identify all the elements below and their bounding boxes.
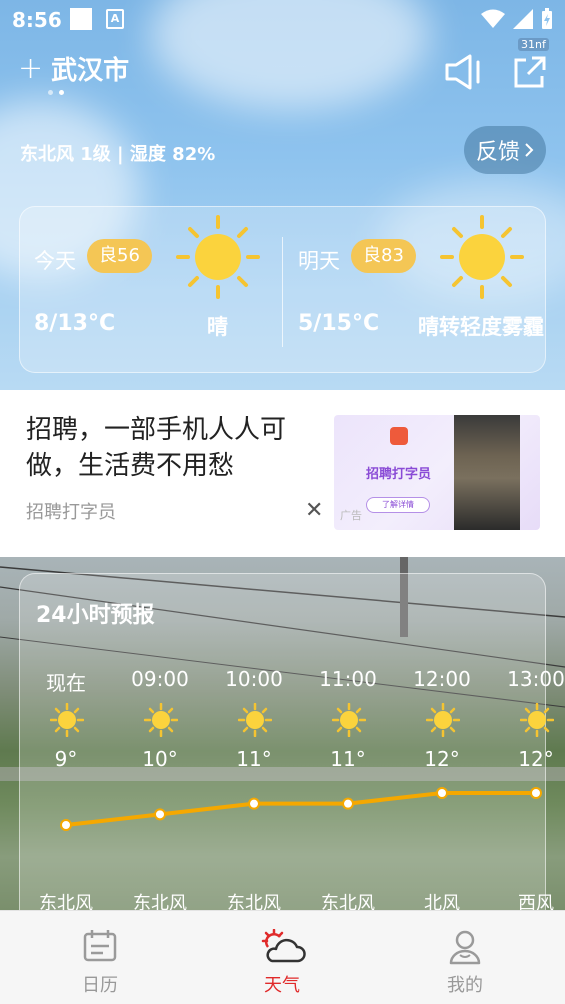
signal-icon (513, 9, 533, 29)
chevron-right-icon (525, 143, 534, 157)
temp-trend-polyline (65, 791, 536, 827)
wifi-icon (481, 9, 505, 28)
ad-subtitle: 招聘打字员 (26, 502, 116, 523)
tab-label: 我的 (447, 975, 483, 996)
bottom-tab-bar: 日历 天气 我的 (0, 910, 565, 1004)
feedback-label: 反馈 (475, 140, 520, 165)
ad-photo (454, 415, 520, 530)
condition: 晴 (207, 315, 228, 339)
daily-forecast-card[interactable]: 今天 良56 8/13°C 晴 明天 良83 5/15°C 晴转轻度雾霾 (19, 206, 546, 373)
speaker-icon[interactable] (444, 54, 484, 90)
page-dot (48, 90, 53, 95)
ad-tag: 广告 (340, 509, 362, 522)
forecast-today[interactable]: 今天 良56 8/13°C 晴 (20, 207, 282, 374)
a-icon: A (106, 9, 124, 29)
battery-icon (542, 8, 552, 29)
temp-point (436, 787, 448, 799)
temp-range: 5/15°C (298, 311, 380, 336)
tab-profile[interactable]: 我的 (405, 911, 525, 1004)
city-selector[interactable]: + 武汉市 (18, 50, 129, 87)
app-logo-icon (390, 427, 408, 445)
page-indicator (48, 90, 64, 95)
sun-icon (176, 215, 260, 299)
add-city-icon[interactable]: + (18, 53, 43, 84)
temp-point (342, 797, 354, 810)
temp-point (154, 808, 166, 821)
tab-label: 日历 (82, 975, 118, 996)
profile-icon (449, 930, 481, 965)
day-label: 今天 (34, 249, 76, 273)
condition: 晴转轻度雾霾 (418, 315, 544, 339)
share-icon[interactable] (512, 54, 548, 90)
tab-calendar[interactable]: 日历 (40, 911, 160, 1004)
day-label: 明天 (298, 249, 340, 273)
status-icons (481, 8, 553, 30)
temp-point (248, 797, 260, 810)
status-time: 8:56 (12, 8, 62, 32)
temp-point (530, 787, 542, 799)
calendar-icon (83, 930, 117, 962)
temp-point (60, 819, 72, 831)
aqi-badge: 良83 (351, 239, 416, 273)
hourly-section: 24小时预报 现在 9° 东北风 09:00 10° 东北风 10:00 11° 东北风 11:0… (0, 557, 565, 910)
ad-title[interactable]: 招聘，一部手机人人可做，生活费不用愁 (26, 412, 316, 484)
tab-label: 天气 (264, 975, 300, 996)
weather-header: 8:56 A + 武汉市 31nf 东北风 1级 | 湿度 82% 反馈 今天 … (0, 0, 565, 390)
ad-banner[interactable]: 招聘，一部手机人人可做，生活费不用愁 招聘打字员 ✕ 招聘打字员 了解详情 广告 (0, 390, 565, 557)
status-bar: 8:56 A (0, 0, 565, 38)
feedback-button[interactable]: 反馈 (464, 126, 546, 174)
notification-icon (70, 8, 92, 30)
aqi-badge: 良56 (87, 239, 152, 273)
city-name[interactable]: 武汉市 (51, 50, 129, 87)
ad-image-button: 了解详情 (366, 497, 430, 513)
ad-image-title: 招聘打字员 (366, 467, 432, 482)
page-dot-active (59, 90, 64, 95)
share-badge: 31nf (518, 38, 549, 51)
close-icon[interactable]: ✕ (305, 498, 323, 523)
weather-icon (261, 929, 306, 963)
wind-humidity: 东北风 1级 | 湿度 82% (20, 144, 216, 165)
temp-trend-line (60, 787, 542, 831)
forecast-tomorrow[interactable]: 明天 良83 5/15°C 晴转轻度雾霾 (283, 207, 547, 374)
ad-image[interactable]: 招聘打字员 了解详情 广告 (334, 415, 540, 530)
temp-range: 8/13°C (34, 311, 116, 336)
tab-weather[interactable]: 天气 (222, 911, 342, 1004)
sun-icon (440, 215, 524, 299)
